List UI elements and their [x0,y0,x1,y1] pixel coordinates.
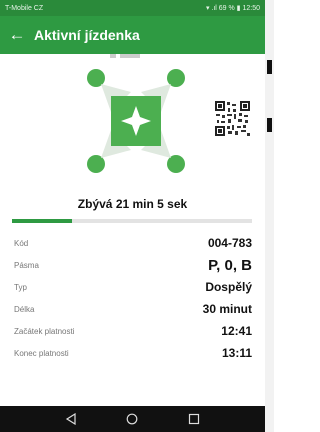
detail-value: 30 minut [202,302,252,316]
home-circle-icon[interactable] [126,413,138,425]
qr-code-icon [214,100,251,137]
detail-row-code: Kód 004-783 [14,232,252,254]
detail-row-end: Konec platnosti 13:11 [14,342,252,364]
android-nav-bar [0,406,265,432]
detail-label: Kód [14,238,29,248]
arrow-left-icon[interactable]: ← [0,16,34,54]
status-bar: T-Mobile CZ ▾ .ıl 69 % ▮ 12:50 [0,0,265,16]
status-indicators: ▾ .ıl 69 % ▮ 12:50 [205,5,260,12]
detail-label: Délka [14,304,35,314]
ticket-details: Kód 004-783 Pásma P, 0, B Typ Dospělý Dé… [14,232,252,364]
detail-value: P, 0, B [208,256,252,274]
detail-row-type: Typ Dospělý [14,276,252,298]
phone-screen: T-Mobile CZ ▾ .ıl 69 % ▮ 12:50 ← Aktivní… [0,0,265,432]
ticket-emblem-icon [87,69,185,173]
carrier-label: T-Mobile CZ [5,4,44,12]
background-strip [265,0,274,432]
detail-label: Typ [14,282,27,292]
detail-value: Dospělý [205,280,252,294]
cutoff-text-remnant [110,54,160,58]
app-bar: ← Aktivní jízdenka [0,16,265,54]
validity-progress-bar [12,219,252,223]
detail-value: 13:11 [221,346,252,360]
detail-row-duration: Délka 30 minut [14,298,252,320]
recents-square-icon[interactable] [188,413,200,425]
validity-progress-fill [12,219,72,223]
page-title: Aktivní jízdenka [34,27,140,43]
strip-mark [267,118,272,132]
detail-row-zones: Pásma P, 0, B [14,254,252,276]
detail-label: Pásma [14,260,39,270]
time-remaining: Zbývá 21 min 5 sek [77,197,188,211]
detail-label: Konec platnosti [14,348,69,358]
detail-value: 004-783 [207,236,252,250]
detail-label: Začátek platnosti [14,326,75,336]
detail-row-start: Začátek platnosti 12:41 [14,320,252,342]
strip-mark [267,60,272,74]
detail-value: 12:41 [221,324,252,338]
back-triangle-icon[interactable] [65,413,77,425]
